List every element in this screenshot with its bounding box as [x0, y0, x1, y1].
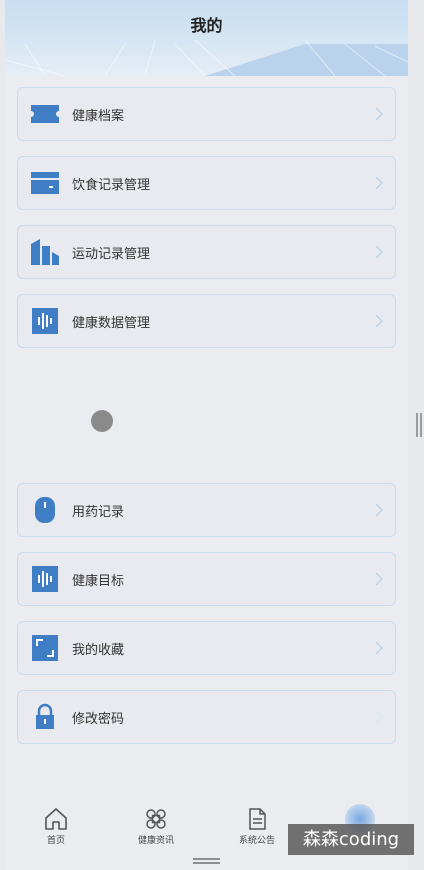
menu-item-label: 健康数据管理	[72, 315, 151, 331]
chevron-right-icon	[375, 107, 384, 121]
buildings-icon	[30, 237, 60, 267]
home-icon	[45, 808, 67, 830]
menu-item-label: 饮食记录管理	[72, 177, 151, 193]
page-title: 我的	[190, 16, 223, 35]
chevron-right-icon	[375, 245, 384, 259]
waveform-icon	[30, 306, 60, 336]
menu-item-my-favorites[interactable]: 我的收藏	[17, 621, 396, 675]
menu-item-medication-records[interactable]: 用药记录	[17, 483, 396, 537]
tab-label: 首页	[46, 836, 65, 846]
chevron-right-icon	[375, 176, 384, 190]
touch-indicator	[91, 410, 113, 432]
menu-item-label: 健康档案	[72, 108, 125, 124]
menu-item-change-password[interactable]: 修改密码	[17, 690, 396, 744]
menu-item-label: 我的收藏	[72, 642, 125, 658]
tab-home[interactable]: 首页	[16, 800, 96, 852]
tab-health-news[interactable]: 健康资讯	[116, 800, 196, 852]
menu-item-label: 健康目标	[72, 573, 125, 589]
menu-item-health-profile[interactable]: 健康档案	[17, 87, 396, 141]
scrollbar-handle[interactable]	[416, 413, 422, 437]
watermark: 森森coding	[288, 824, 414, 855]
frame-corners-icon	[30, 633, 60, 663]
menu-item-diet-records[interactable]: 饮食记录管理	[17, 156, 396, 210]
menu-item-exercise-records[interactable]: 运动记录管理	[17, 225, 396, 279]
chevron-right-icon	[375, 710, 384, 724]
wallet-icon	[30, 168, 60, 198]
header: 我的	[5, 0, 408, 76]
menu-item-health-goals[interactable]: 健康目标	[17, 552, 396, 606]
profile-page: 我的 健康档案 饮食记录管理 运动记录管理 健康数据管理 用药记录 健康目标 我…	[5, 0, 408, 870]
document-icon	[249, 808, 266, 830]
chevron-right-icon	[375, 503, 384, 517]
ticket-icon	[30, 99, 60, 129]
chevron-right-icon	[375, 641, 384, 655]
home-indicator[interactable]	[193, 858, 220, 864]
lock-icon	[30, 702, 60, 732]
command-icon	[146, 809, 166, 829]
waveform-icon	[30, 564, 60, 594]
menu-item-label: 运动记录管理	[72, 246, 151, 262]
menu-item-health-data[interactable]: 健康数据管理	[17, 294, 396, 348]
menu-item-label: 修改密码	[72, 711, 125, 727]
tab-label: 健康资讯	[137, 836, 174, 846]
capsule-icon	[30, 495, 60, 525]
tab-announcements[interactable]: 系统公告	[217, 800, 297, 852]
menu-item-label: 用药记录	[72, 504, 125, 520]
tab-label: 系统公告	[238, 836, 275, 846]
chevron-right-icon	[375, 314, 384, 328]
chevron-right-icon	[375, 572, 384, 586]
